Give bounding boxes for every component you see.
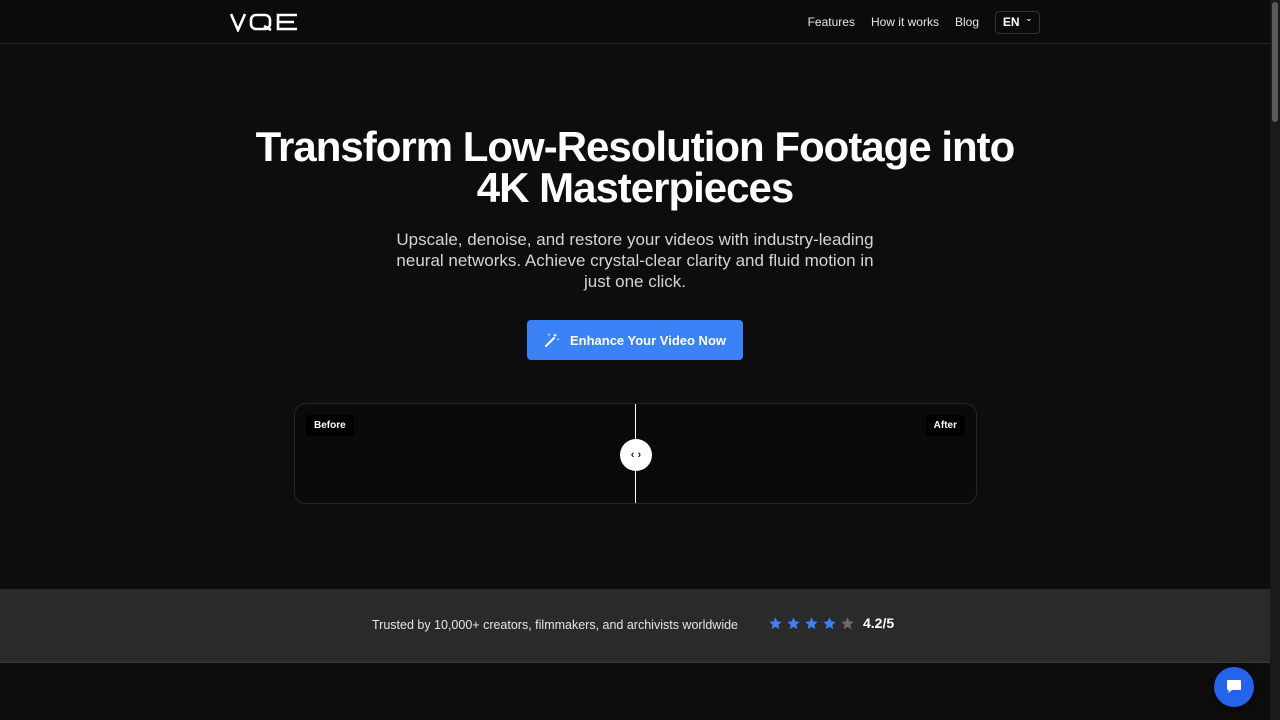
scrollbar-thumb[interactable] xyxy=(1272,2,1278,122)
star-filled-icon xyxy=(769,617,782,630)
star-empty-icon xyxy=(841,617,854,630)
hero-title: Transform Low-Resolution Footage into 4K… xyxy=(0,123,1270,211)
language-selector[interactable]: EN ⌄ xyxy=(995,10,1040,34)
nav-link-how-it-works[interactable]: How it works xyxy=(871,11,939,33)
site-header: Features How it works Blog EN ⌄ xyxy=(0,0,1270,44)
after-label: After xyxy=(925,415,965,436)
star-filled-icon xyxy=(823,617,836,630)
chevron-down-icon: ⌄ xyxy=(1025,13,1033,23)
before-label: Before xyxy=(306,415,354,436)
enhance-video-button[interactable]: Enhance Your Video Now xyxy=(527,320,743,360)
rating-value: 4.2/5 xyxy=(863,615,895,631)
chat-widget-button[interactable] xyxy=(1214,667,1254,707)
hero-subtitle: Upscale, denoise, and restore your video… xyxy=(396,230,874,291)
language-label: EN xyxy=(1002,15,1020,29)
chat-bubble-icon xyxy=(1227,680,1241,693)
enhance-video-label: Enhance Your Video Now xyxy=(569,332,727,348)
before-after-comparison[interactable]: Before After ‹ › xyxy=(294,403,977,504)
page-scrollbar[interactable] xyxy=(1270,0,1280,720)
trust-text: Trusted by 10,000+ creators, filmmakers,… xyxy=(372,618,739,632)
vqe-logo[interactable] xyxy=(230,12,300,32)
magic-wand-icon xyxy=(544,333,560,347)
star-filled-icon xyxy=(787,617,800,630)
hero-title-line1: Transform Low-Resolution Footage into xyxy=(255,123,1016,170)
main-nav: Features How it works Blog EN ⌄ xyxy=(792,10,1040,34)
hero-title-line2: 4K Masterpieces xyxy=(476,164,795,211)
star-rating xyxy=(768,616,855,631)
nav-link-blog[interactable]: Blog xyxy=(955,11,979,33)
trust-band: Trusted by 10,000+ creators, filmmakers,… xyxy=(0,589,1270,663)
arrows-left-right-icon: ‹ › xyxy=(630,449,642,461)
comparison-slider-handle[interactable]: ‹ › xyxy=(620,439,652,471)
star-filled-icon xyxy=(805,617,818,630)
nav-link-features[interactable]: Features xyxy=(808,11,855,33)
